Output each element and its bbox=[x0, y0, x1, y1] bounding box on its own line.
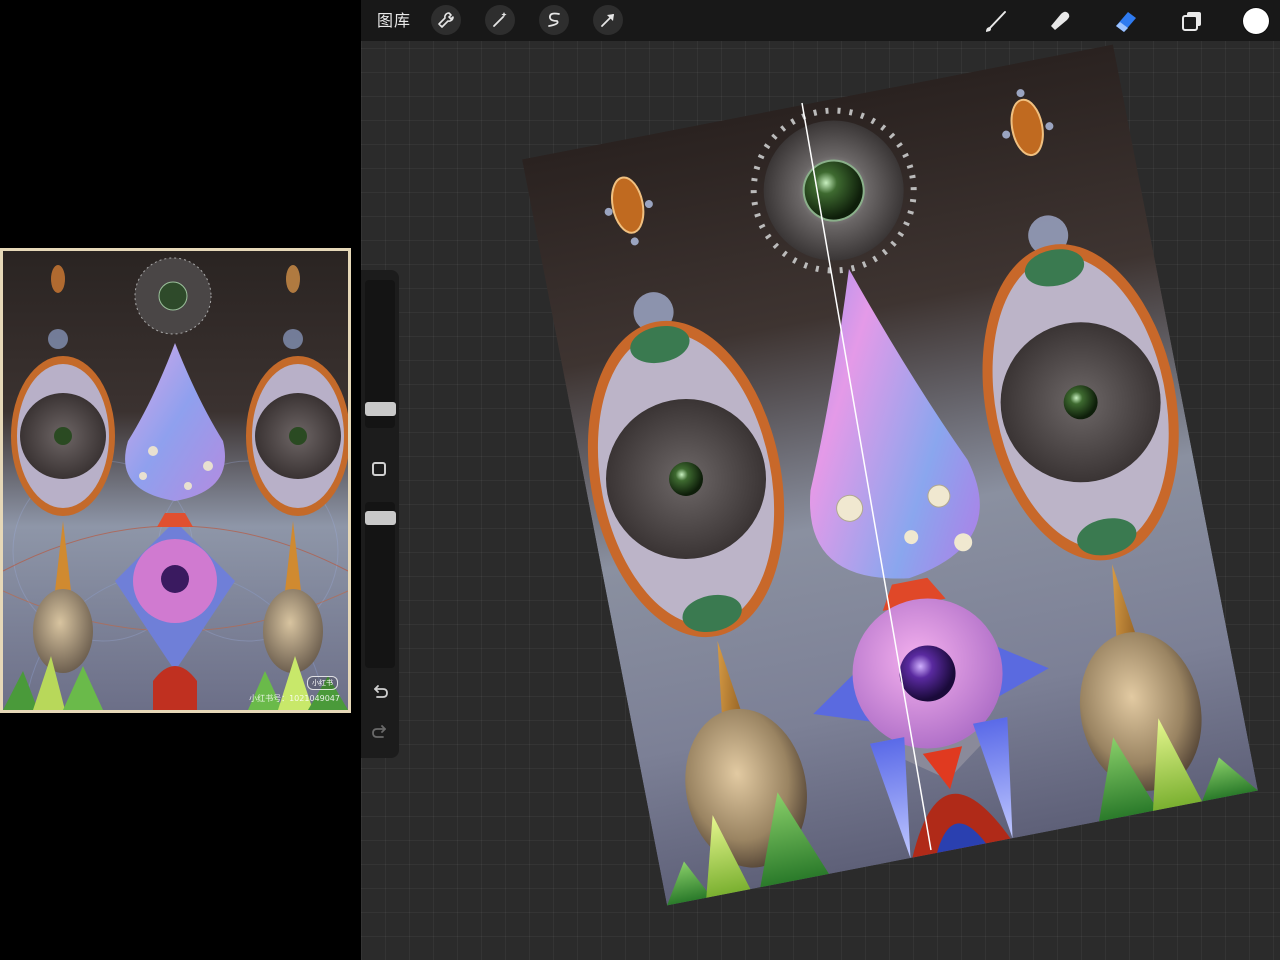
eraser-tool[interactable] bbox=[1110, 5, 1142, 37]
sidebar bbox=[361, 270, 399, 758]
selection-icon bbox=[548, 12, 560, 27]
brush-icon bbox=[986, 11, 1006, 32]
watermark-caption: 小红书号：1021049047 bbox=[249, 694, 340, 703]
brush-tool[interactable] bbox=[980, 5, 1012, 37]
opacity-thumb[interactable] bbox=[365, 511, 396, 525]
top-toolbar: 图库 bbox=[361, 0, 1280, 41]
watermark-badge: 小红书 bbox=[307, 676, 338, 690]
layers-tool[interactable] bbox=[1176, 5, 1208, 37]
smudge-icon bbox=[1051, 11, 1070, 30]
modify-button[interactable] bbox=[372, 462, 386, 476]
smudge-tool[interactable] bbox=[1044, 5, 1076, 37]
reference-artwork bbox=[3, 251, 348, 710]
redo-icon[interactable] bbox=[369, 721, 391, 743]
opacity-slider[interactable] bbox=[365, 502, 395, 668]
undo-icon[interactable] bbox=[369, 681, 391, 703]
reference-image[interactable]: 小红书 小红书号：1021049047 bbox=[0, 248, 351, 713]
actions-wrench-icon[interactable] bbox=[431, 5, 461, 35]
gallery-button[interactable]: 图库 bbox=[377, 0, 411, 41]
brush-size-thumb[interactable] bbox=[365, 402, 396, 416]
reference-panel: 小红书 小红书号：1021049047 bbox=[0, 0, 361, 960]
wrench-icon bbox=[438, 12, 454, 28]
canvas-workspace[interactable]: 图库 bbox=[361, 0, 1280, 960]
eraser-icon bbox=[1116, 12, 1136, 32]
transform-tool-icon[interactable] bbox=[593, 5, 623, 35]
layers-icon bbox=[1182, 12, 1201, 31]
adjustments-magic-wand-icon[interactable] bbox=[485, 5, 515, 35]
symmetry-guide bbox=[801, 102, 932, 851]
selection-tool-icon[interactable] bbox=[539, 5, 569, 35]
magic-wand-icon bbox=[493, 12, 507, 27]
transform-arrow-icon bbox=[601, 14, 614, 27]
color-swatch[interactable] bbox=[1243, 8, 1269, 34]
